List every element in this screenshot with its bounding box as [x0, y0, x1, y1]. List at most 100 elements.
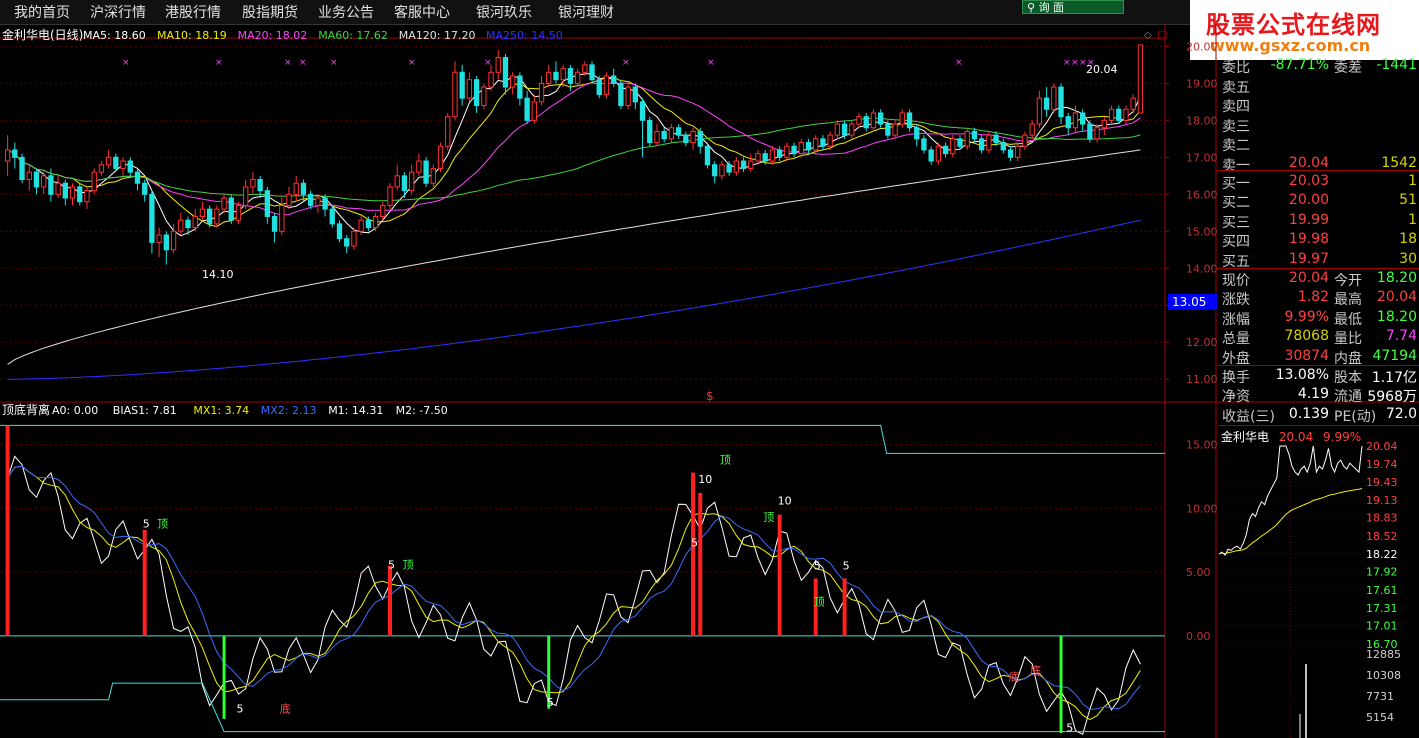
candle: [1058, 86, 1064, 118]
menu-item-notice[interactable]: 业务公告: [318, 2, 374, 22]
candle: [841, 123, 848, 136]
candle: [380, 204, 386, 217]
candle: [257, 179, 263, 192]
dollar-icon: $: [706, 389, 714, 403]
menu-item-yinhe-jiule[interactable]: 银河玖乐: [476, 2, 532, 22]
candle: [445, 116, 451, 147]
buy-row: 买一 20.03 1: [1222, 173, 1417, 192]
search-button-label: 询 面: [1038, 1, 1065, 14]
quote-label: 买四: [1222, 234, 1250, 251]
legend-item: MA120: 17.20: [399, 29, 476, 42]
candle: [1123, 108, 1129, 121]
menu-item-hushen[interactable]: 沪深行情: [90, 2, 146, 22]
candle: [625, 86, 631, 107]
candle: [683, 134, 689, 144]
candle: [531, 101, 537, 121]
candle: [589, 64, 595, 81]
candle: [481, 86, 487, 107]
quote-label: 买三: [1222, 214, 1250, 231]
candle: [473, 79, 480, 107]
candle: [762, 153, 768, 162]
candle: [784, 145, 790, 158]
candle: [264, 190, 271, 217]
candle: [307, 193, 314, 206]
event-marker: ×: [955, 58, 963, 68]
quote-label: 卖二: [1222, 138, 1250, 155]
stat-row: 涨跌 1.82 最高 20.04: [1222, 289, 1417, 308]
mini-axis-tick: 19.13: [1366, 494, 1398, 507]
price-axis-tick: 11.00: [1186, 373, 1218, 386]
candle: [805, 142, 812, 151]
kline-chart[interactable]: ×××××××××××××× 顶5顶5顶10顶10555顶55顶5底55底底 2…: [0, 24, 1419, 738]
candle: [408, 171, 415, 192]
candle: [740, 160, 747, 169]
signal-label: 顶: [814, 595, 825, 608]
quote-label: 卖五: [1222, 80, 1250, 96]
quote-volume: 1: [1408, 211, 1417, 228]
mini-axis-tick: 18.52: [1366, 530, 1398, 543]
candle: [1116, 108, 1122, 121]
mini-axis-tick: 18.22: [1366, 548, 1398, 561]
candle: [372, 216, 379, 229]
candle: [928, 149, 934, 162]
candle: [1000, 142, 1006, 151]
quote-label: 卖四: [1222, 99, 1250, 116]
candle: [84, 190, 90, 203]
menu-item-yinhe-licai[interactable]: 银河理财: [558, 2, 614, 22]
candle: [791, 145, 797, 155]
sell-row: 卖四: [1222, 96, 1417, 115]
candle: [495, 56, 501, 73]
event-marker: ×: [622, 58, 630, 68]
candle: [964, 130, 970, 147]
menu-item-home[interactable]: 我的首页: [14, 2, 70, 22]
candle: [156, 234, 162, 243]
close-panel-icon[interactable]: ▢: [1157, 28, 1167, 41]
sub-axis-tick: 5.00: [1186, 566, 1211, 579]
weibi-row: 委比 -87.71% 委差 -1441: [1222, 57, 1417, 76]
fundamental-cell: 净资: [1222, 389, 1250, 406]
signal-label: 5: [843, 560, 850, 573]
divider: [1218, 170, 1419, 171]
candle: [574, 71, 581, 84]
mini-vol-tick: 5154: [1366, 711, 1394, 724]
weicha-label: 委差: [1334, 60, 1362, 76]
menu-item-futures[interactable]: 股指期货: [242, 2, 298, 22]
signal-label: 底: [1030, 663, 1041, 677]
candle: [77, 186, 83, 203]
legend-item: M1: 14.31: [328, 404, 383, 417]
bias1-line: [7, 455, 1141, 736]
candle: [885, 123, 891, 136]
candle: [192, 216, 198, 229]
top-divergence-bar: [842, 578, 847, 636]
candle: [1043, 97, 1050, 110]
menu-item-service[interactable]: 客服中心: [394, 2, 450, 22]
quote-label: 卖三: [1222, 118, 1250, 135]
settings-icon[interactable]: ◇: [1144, 30, 1152, 41]
mini-axis-tick: 17.01: [1366, 620, 1398, 633]
candle: [971, 130, 978, 140]
candle: [993, 134, 999, 144]
candle: [892, 123, 898, 136]
stat-cell: 涨跌: [1222, 292, 1250, 309]
stat-cell: 47194: [1372, 347, 1417, 364]
mini-pct: 9.99%: [1323, 430, 1362, 444]
menu-item-hk[interactable]: 港股行情: [165, 2, 221, 22]
candle: [358, 219, 364, 232]
low-price-label: 14.10: [202, 268, 234, 281]
quote-volume: 1542: [1381, 154, 1417, 171]
candle: [459, 71, 465, 99]
candle: [820, 138, 826, 147]
candle: [517, 75, 523, 99]
price-axis-tick: 20.00: [1186, 40, 1218, 53]
quote-volume: 30: [1399, 250, 1417, 267]
candle: [510, 75, 516, 88]
candle: [1065, 116, 1071, 129]
signal-label: 5: [143, 517, 150, 530]
candle: [41, 175, 47, 188]
candle: [163, 234, 170, 251]
candle: [827, 134, 833, 147]
candle: [423, 160, 429, 184]
stat-cell: 18.20: [1376, 308, 1417, 325]
candle: [914, 127, 920, 140]
search-button[interactable]: ⚲ 询 面: [1022, 0, 1124, 14]
